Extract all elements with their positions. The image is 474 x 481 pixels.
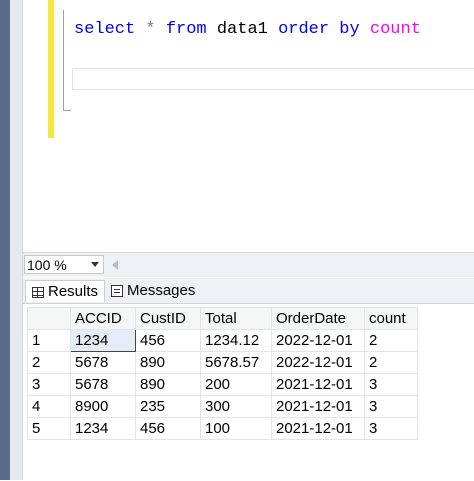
outline-line: [63, 10, 64, 110]
table-row: 2 5678 890 5678.57 2022-12-01 2: [27, 351, 418, 374]
table-cell[interactable]: 2: [364, 351, 418, 374]
zoom-bar: 100 %: [23, 252, 474, 277]
table-cell[interactable]: 200: [200, 373, 272, 396]
table-cell[interactable]: 2021-12-01: [271, 417, 365, 440]
table-cell[interactable]: 300: [200, 395, 272, 418]
table-cell[interactable]: 890: [135, 373, 201, 396]
table-row: 3 5678 890 200 2021-12-01 3: [27, 373, 418, 396]
operator-star: *: [145, 20, 156, 39]
table-cell[interactable]: 100: [200, 417, 272, 440]
results-grid: ACCID CustID Total OrderDate count 1 123…: [23, 303, 474, 481]
table-cell[interactable]: 2022-12-01: [271, 329, 365, 352]
header-row: ACCID CustID Total OrderDate count: [27, 307, 418, 330]
tab-messages[interactable]: Messages: [109, 280, 211, 302]
table-row: 1 1234 456 1234.12 2022-12-01 2: [27, 329, 418, 352]
row-number[interactable]: 5: [27, 417, 71, 440]
column-header-orderdate[interactable]: OrderDate: [271, 307, 365, 330]
row-number[interactable]: 3: [27, 373, 71, 396]
keyword-select: select: [74, 20, 136, 39]
scroll-left-icon[interactable]: [112, 260, 118, 270]
row-number[interactable]: 1: [27, 329, 71, 352]
table-cell[interactable]: 456: [135, 417, 201, 440]
change-marker: [48, 0, 54, 138]
column-header-custid[interactable]: CustID: [135, 307, 201, 330]
keyword-from: from: [165, 20, 207, 39]
window-edge: [0, 0, 10, 480]
table-cell[interactable]: 3: [364, 417, 418, 440]
chevron-down-icon[interactable]: [91, 262, 99, 267]
tab-results-label: Results: [48, 283, 99, 300]
column-identifier: count: [369, 20, 421, 39]
table-cell[interactable]: 5678: [70, 373, 136, 396]
table-cell[interactable]: 235: [135, 395, 201, 418]
table-identifier: data1: [216, 20, 268, 39]
column-header-count[interactable]: count: [364, 307, 418, 330]
table-cell[interactable]: 5678.57: [200, 351, 272, 374]
zoom-dropdown[interactable]: 100 %: [24, 255, 104, 274]
table-cell[interactable]: 1234.12: [200, 329, 272, 352]
keyword-order-by: order by: [278, 20, 360, 39]
table-cell[interactable]: 456: [135, 329, 201, 352]
table-cell[interactable]: 2: [364, 329, 418, 352]
row-number[interactable]: 2: [27, 351, 71, 374]
table-row: 4 8900 235 300 2021-12-01 3: [27, 395, 418, 418]
tab-messages-label: Messages: [127, 282, 196, 299]
table-cell[interactable]: 1234: [70, 329, 136, 352]
tab-results[interactable]: Results: [25, 280, 105, 302]
table-cell[interactable]: 2021-12-01: [271, 395, 365, 418]
table-cell[interactable]: 8900: [70, 395, 136, 418]
current-line-highlight[interactable]: [72, 68, 474, 90]
column-header-total[interactable]: Total: [200, 307, 272, 330]
editor-margin: [10, 0, 23, 480]
outline-tick: [63, 110, 71, 111]
zoom-value: 100 %: [27, 257, 67, 273]
grid-icon: [32, 286, 44, 298]
table-cell[interactable]: 2021-12-01: [271, 373, 365, 396]
table-cell[interactable]: 3: [364, 395, 418, 418]
sql-code-line[interactable]: select * from data1 order by count: [74, 20, 421, 39]
table-cell[interactable]: 1234: [70, 417, 136, 440]
row-number[interactable]: 4: [27, 395, 71, 418]
table-cell[interactable]: 3: [364, 373, 418, 396]
results-table: ACCID CustID Total OrderDate count 1 123…: [27, 307, 418, 440]
table-row: 5 1234 456 100 2021-12-01 3: [27, 417, 418, 440]
results-tabs: Results Messages: [23, 278, 474, 303]
column-header-accid[interactable]: ACCID: [70, 307, 136, 330]
table-cell[interactable]: 2022-12-01: [271, 351, 365, 374]
messages-icon: [111, 285, 123, 298]
table-cell[interactable]: 890: [135, 351, 201, 374]
corner-cell[interactable]: [27, 307, 71, 330]
table-cell[interactable]: 5678: [70, 351, 136, 374]
